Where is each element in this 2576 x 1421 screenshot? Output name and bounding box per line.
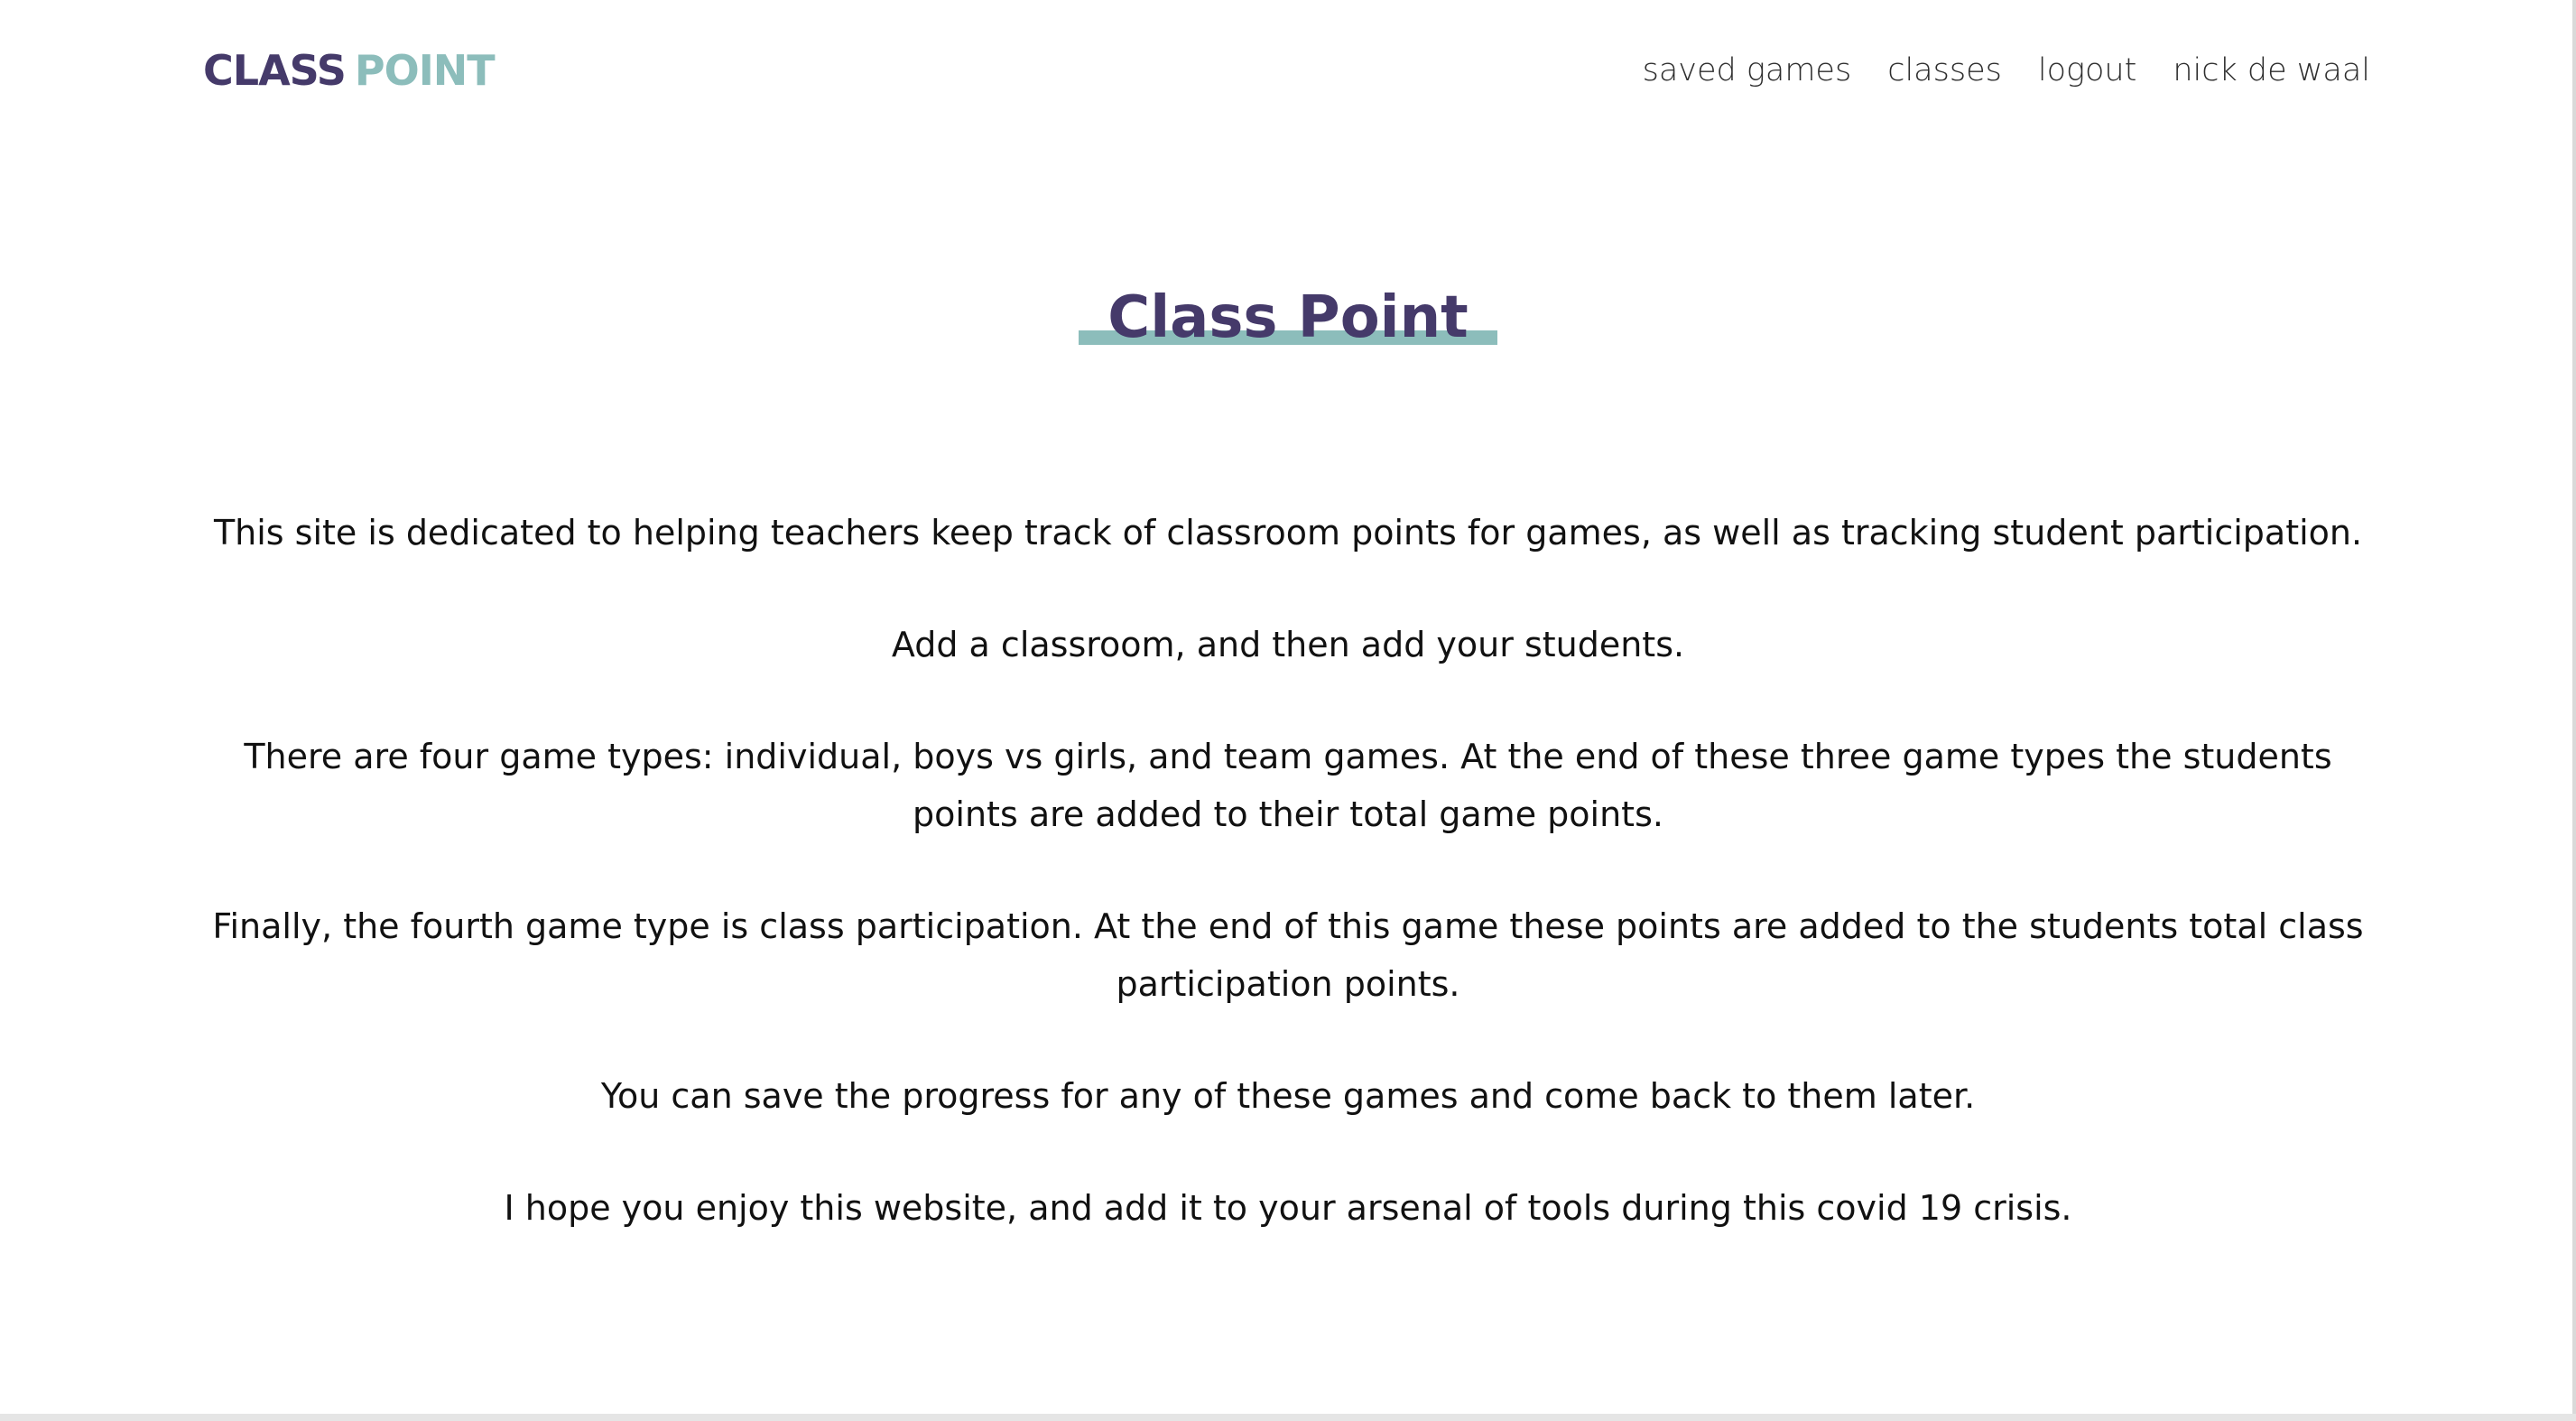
page-title: Class Point (1079, 282, 1497, 354)
brand-text-class: CLASS (203, 46, 347, 95)
brand-text-point: POINT (354, 46, 496, 95)
intro-paragraph: You can save the progress for any of the… (600, 1076, 1976, 1116)
intro-content: This site is dedicated to helping teache… (199, 504, 2377, 1291)
nav-links: saved games classes logout nick de waal (1643, 47, 2370, 94)
window-right-edge (2572, 0, 2576, 1421)
navbar: CLASS POINT saved games classes logout ni… (0, 0, 2576, 141)
hero: Class Point (0, 282, 2576, 354)
window-bottom-edge (0, 1414, 2576, 1421)
intro-paragraph: I hope you enjoy this website, and add i… (504, 1188, 2072, 1228)
intro-paragraph: There are four game types: individual, b… (244, 737, 2332, 834)
intro-paragraph: Add a classroom, and then add your stude… (891, 625, 1685, 664)
page-title-text: Class Point (1107, 284, 1469, 351)
page: CLASS POINT saved games classes logout ni… (0, 0, 2576, 1421)
brand-logo-link[interactable]: CLASS POINT (203, 43, 496, 98)
intro-paragraph: This site is dedicated to helping teache… (213, 513, 2363, 553)
intro-paragraph: Finally, the fourth game type is class p… (212, 906, 2364, 1004)
nav-saved-games-link[interactable]: saved games (1643, 47, 1852, 94)
nav-logout-link[interactable]: logout (2038, 47, 2136, 94)
nav-classes-link[interactable]: classes (1887, 47, 2002, 94)
nav-user-profile-link[interactable]: nick de waal (2173, 47, 2370, 94)
